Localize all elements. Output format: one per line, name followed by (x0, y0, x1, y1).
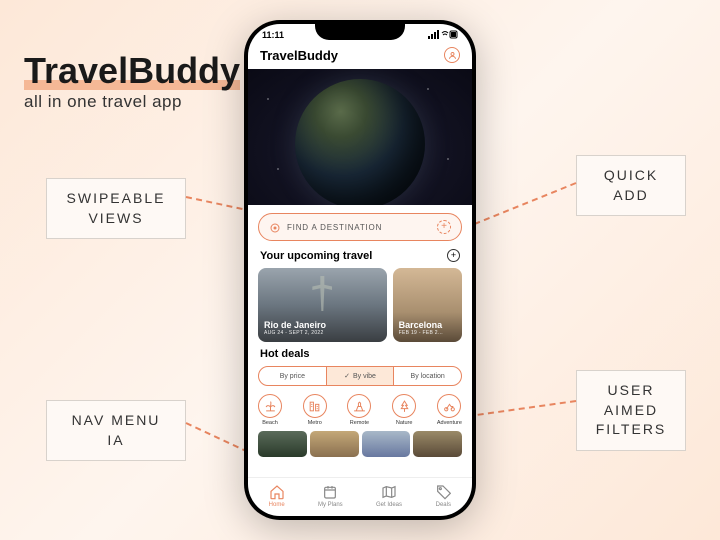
beach-icon (258, 394, 282, 418)
cat-remote[interactable]: Remote (347, 394, 371, 426)
trip-name: Rio de Janeiro (264, 320, 381, 330)
cat-label: Remote (350, 420, 369, 426)
cat-adventure[interactable]: Adventure (437, 394, 462, 426)
cat-label: Adventure (437, 420, 462, 426)
quick-add-button[interactable]: + (437, 220, 451, 234)
metro-icon (303, 394, 327, 418)
cat-label: Nature (396, 420, 413, 426)
app-header: TravelBuddy (248, 43, 472, 69)
cat-label: Beach (262, 420, 278, 426)
tab-label: My Plans (318, 502, 343, 508)
status-time: 11:11 (262, 30, 284, 41)
hotdeals-header: Hot deals (248, 346, 472, 362)
deal-thumbs[interactable] (248, 428, 472, 460)
brand-block: TravelBuddy all in one travel app (24, 50, 240, 112)
dash-line (464, 182, 576, 229)
callout-swipeable: SWIPEABLE VIEWS (46, 178, 186, 239)
trip-name: Barcelona (399, 320, 456, 330)
upcoming-cards[interactable]: Rio de Janeiro AUG 24 - SEPT 2, 2022 Bar… (248, 264, 472, 346)
tab-myplans[interactable]: My Plans (318, 484, 343, 508)
trip-date: AUG 24 - SEPT 2, 2022 (264, 330, 381, 336)
category-row: Beach Metro Remote Nature Adventure (248, 390, 472, 428)
cat-metro[interactable]: Metro (303, 394, 327, 426)
hotdeals-title: Hot deals (260, 348, 310, 360)
tab-label: Deals (436, 502, 451, 508)
callout-nav-menu: NAV MENU IA (46, 400, 186, 461)
app-title: TravelBuddy (260, 48, 338, 63)
search-placeholder: FIND A DESTINATION (287, 223, 431, 232)
remote-icon (347, 394, 371, 418)
tab-home[interactable]: Home (269, 484, 285, 508)
deal-thumb[interactable] (413, 431, 462, 457)
filter-segmented: By price ✓By vibe By location (258, 366, 462, 386)
status-indicators (428, 30, 458, 41)
home-icon (269, 484, 285, 500)
callout-quick-add: QUICK ADD (576, 155, 686, 216)
tab-bar: Home My Plans Get Ideas Deals (248, 477, 472, 516)
filter-vibe[interactable]: ✓By vibe (327, 367, 395, 385)
tab-label: Home (269, 502, 285, 508)
trip-date: FEB 19 - FEB 2… (399, 330, 456, 336)
filter-price[interactable]: By price (259, 367, 327, 385)
deal-thumb[interactable] (310, 431, 359, 457)
cat-nature[interactable]: Nature (392, 394, 416, 426)
upcoming-header: Your upcoming travel + (248, 247, 472, 264)
profile-icon[interactable] (444, 47, 460, 63)
filter-location[interactable]: By location (394, 367, 461, 385)
plans-icon (322, 484, 338, 500)
tab-deals[interactable]: Deals (435, 484, 451, 508)
deals-icon (435, 484, 451, 500)
check-icon: ✓ (344, 372, 350, 380)
globe-hero[interactable] (248, 69, 472, 205)
trip-card-barcelona[interactable]: Barcelona FEB 19 - FEB 2… (393, 268, 462, 342)
cat-label: Metro (308, 420, 322, 426)
adventure-icon (437, 394, 461, 418)
search-bar[interactable]: FIND A DESTINATION + (258, 213, 462, 241)
trip-card-rio[interactable]: Rio de Janeiro AUG 24 - SEPT 2, 2022 (258, 268, 387, 342)
phone-notch (315, 20, 405, 40)
upcoming-title: Your upcoming travel (260, 250, 372, 262)
nature-icon (392, 394, 416, 418)
add-trip-button[interactable]: + (447, 249, 460, 262)
tab-label: Get Ideas (376, 502, 402, 508)
brand-subtitle: all in one travel app (24, 92, 240, 112)
tab-ideas[interactable]: Get Ideas (376, 484, 402, 508)
target-icon (269, 221, 281, 233)
deal-thumb[interactable] (258, 431, 307, 457)
deal-thumb[interactable] (362, 431, 411, 457)
cat-beach[interactable]: Beach (258, 394, 282, 426)
brand-title: TravelBuddy (24, 50, 240, 92)
callout-filters: USER AIMED FILTERS (576, 370, 686, 451)
phone-frame: 11:11 TravelBuddy FIND A DESTINATION + Y… (244, 20, 476, 520)
phone-screen: 11:11 TravelBuddy FIND A DESTINATION + Y… (248, 24, 472, 516)
ideas-icon (381, 484, 397, 500)
